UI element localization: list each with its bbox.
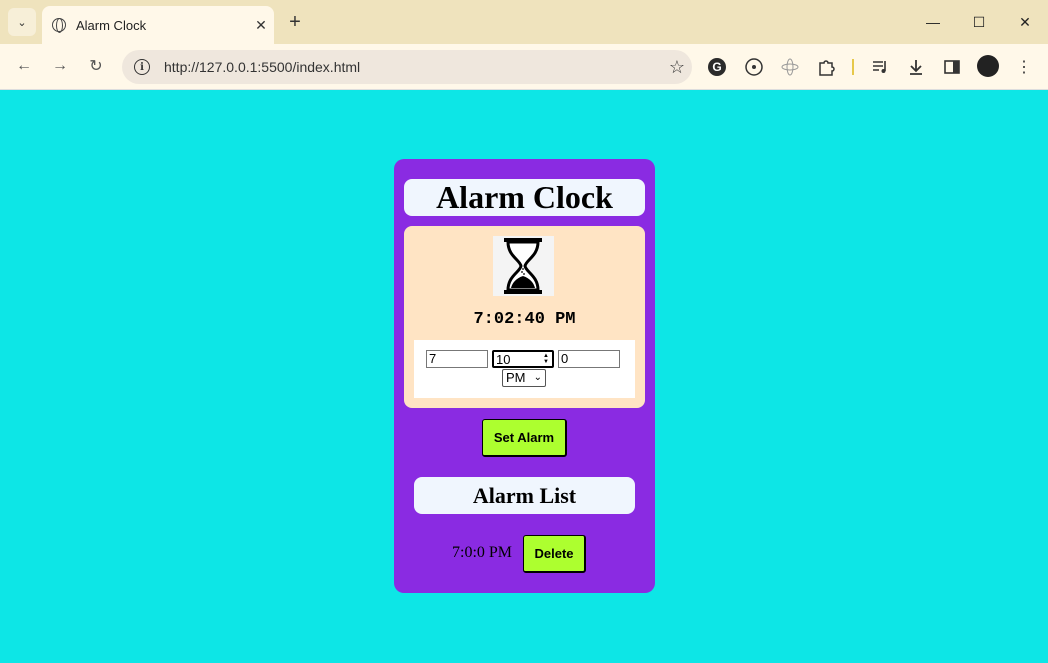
svg-text:G: G [712,60,721,74]
download-icon[interactable] [903,54,929,80]
minute-input[interactable]: 10 ▲ ▼ [492,350,554,368]
extension-icon[interactable] [741,54,767,80]
clock-panel: 7:02:40 PM 7 10 ▲ ▼ 0 PM ⌄ [404,226,645,408]
url-text[interactable]: http://127.0.0.1:5500/index.html [164,59,662,75]
browser-toolbar: ← → ↻ i http://127.0.0.1:5500/index.html… [0,44,1048,90]
current-time: 7:02:40 PM [473,310,576,329]
tab-close-icon[interactable]: ✕ [248,17,274,34]
ampm-select[interactable]: PM ⌄ [502,369,546,387]
close-window-button[interactable]: ✕ [1002,0,1048,44]
site-info-icon[interactable]: i [134,59,150,75]
hourglass-icon [493,236,554,296]
alarm-time: 7:0:0 PM [452,544,513,561]
hour-input[interactable]: 7 [426,350,488,368]
extensions-puzzle-icon[interactable] [813,54,839,80]
list-item: 7:0:0 PM Delete [394,535,655,573]
second-input[interactable]: 0 [558,350,620,368]
tab-title: Alarm Clock [76,17,147,33]
delete-alarm-button[interactable]: Delete [523,535,586,573]
chevron-down-icon: ⌄ [533,372,542,383]
browser-tab[interactable]: Alarm Clock ✕ [42,6,274,44]
maximize-button[interactable]: ☐ [956,0,1002,44]
window-controls: — ☐ ✕ [910,0,1048,44]
bookmark-star-icon[interactable]: ☆ [662,57,692,78]
alarm-list-title: Alarm List [414,477,635,514]
spinner-arrows-icon[interactable]: ▲ ▼ [543,353,549,365]
set-alarm-button[interactable]: Set Alarm [482,419,567,457]
grammarly-extension-icon[interactable]: G [704,54,730,80]
address-bar[interactable]: i http://127.0.0.1:5500/index.html ☆ [122,50,692,84]
reload-icon[interactable]: ↻ [84,54,108,78]
menu-kebab-icon[interactable]: ⋮ [1011,54,1037,80]
new-tab-button[interactable]: + [284,10,306,34]
react-devtools-icon[interactable] [777,54,803,80]
forward-arrow-icon[interactable]: → [48,54,72,78]
media-controls-icon[interactable] [867,54,893,80]
browser-tab-bar: ⌄ Alarm Clock ✕ + — ☐ ✕ [0,0,1048,44]
minimize-button[interactable]: — [910,0,956,44]
alarm-clock-app: Alarm Clock 7:02:40 PM 7 10 ▲ ▼ 0 PM ⌄ S… [394,159,655,593]
ampm-value: PM [506,370,526,385]
alarm-input-area: 7 10 ▲ ▼ 0 PM ⌄ [414,340,635,398]
page-title: Alarm Clock [404,179,645,216]
profile-avatar[interactable] [977,55,999,77]
globe-icon [52,18,66,33]
minute-value: 10 [496,352,511,367]
side-panel-icon[interactable] [939,54,965,80]
tab-search-icon[interactable]: ⌄ [8,8,36,36]
toolbar-divider [852,59,854,75]
back-arrow-icon[interactable]: ← [12,54,36,78]
